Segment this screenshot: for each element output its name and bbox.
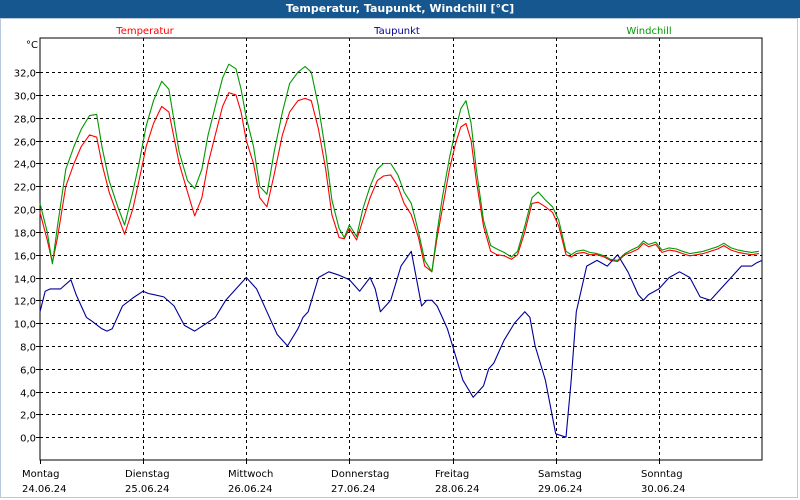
y-axis-label: °C [26,40,38,51]
y-tick-label: 26,0 [14,138,36,149]
x-tick-date-label: 26.06.24 [228,484,273,495]
x-tick-day-label: Montag [22,469,59,480]
chart-plot: 0,0 2,0 4,0 6,0 8,0 10,0 12,0 14,0 16,0 18,0 20,0 2… [14,26,763,495]
x-tick-date-label: 30.06.24 [641,484,686,495]
y-tick-label: 24,0 [14,160,36,171]
y-tick-label: 4,0 [20,389,36,400]
y-tick-label: 10,0 [14,320,36,331]
x-tick-day-label: Donnerstag [331,469,389,480]
y-tick-label: 30,0 [14,92,36,103]
x-tick-date-label: 24.06.24 [22,484,67,495]
legend-taupunkt: Taupunkt [373,26,420,37]
y-tick-label: 0,0 [20,434,36,445]
y-tick-label: 2,0 [20,411,36,422]
x-tick-date-label: 27.06.24 [331,484,376,495]
legend-temperatur: Temperatur [115,26,174,37]
series-line-taupunkt [39,250,763,438]
y-tick-label: 6,0 [20,366,36,377]
x-tick-day-label: Mittwoch [228,469,273,480]
x-tick-date-label: 28.06.24 [435,484,480,495]
x-tick-date-label: 25.06.24 [125,484,170,495]
x-tick-day-label: Samstag [538,469,582,480]
series-line-windchill [39,63,759,273]
y-tick-label: 22,0 [14,183,36,194]
y-tick-label: 14,0 [14,275,36,286]
y-tick-label: 32,0 [14,69,36,80]
y-tick-label: 20,0 [14,206,36,217]
chart-window: Temperatur, Taupunkt, Windchill [°C] 0,0… [0,0,800,500]
y-tick-label: 12,0 [14,297,36,308]
y-tick-label: 16,0 [14,252,36,263]
x-tick-day-label: Freitag [435,469,469,480]
y-tick-label: 28,0 [14,115,36,126]
x-tick-day-label: Sonntag [641,469,683,480]
legend-windchill: Windchill [626,26,671,37]
x-tick-date-label: 29.06.24 [538,484,583,495]
plot-border [39,37,763,461]
y-tick-label: 8,0 [20,343,36,354]
y-tick-label: 18,0 [14,229,36,240]
x-tick-day-label: Dienstag [125,469,170,480]
